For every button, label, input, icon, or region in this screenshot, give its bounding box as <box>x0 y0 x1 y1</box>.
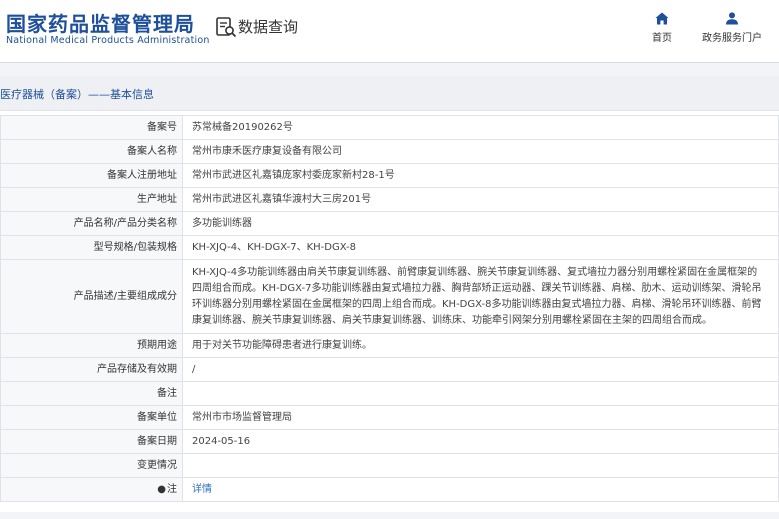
data-query-title: 数据查询 <box>238 18 299 36</box>
details-link[interactable]: 详情 <box>192 484 212 495</box>
section-title: 医疗器械（备案）——基本信息 <box>0 88 154 101</box>
table-row: 备注 <box>0 381 779 406</box>
nav-service-portal[interactable]: 政务服务门户 <box>700 12 764 44</box>
table-row: 预期用途 用于对关节功能障碍患者进行康复训练。 <box>0 333 779 358</box>
info-table: 备案号 苏常械备20190262号 备案人名称 常州市康禾医疗康复设备有限公司 … <box>0 115 779 502</box>
row-value: 用于对关节功能障碍患者进行康复训练。 <box>182 333 779 358</box>
row-label: 备案日期 <box>0 429 183 454</box>
row-value: KH-XJQ-4、KH-DGX-7、KH-DGX-8 <box>182 235 779 260</box>
table-row: 产品描述/主要组成成分 KH-XJQ-4多功能训练器由肩关节康复训练器、前臂康复… <box>0 259 779 334</box>
row-label: 变更情况 <box>0 453 183 478</box>
nav-home-label: 首页 <box>652 33 672 44</box>
row-label: 备注 <box>0 381 183 406</box>
row-label: 备案人注册地址 <box>0 163 183 188</box>
row-value: / <box>182 357 779 382</box>
table-row: 备案人注册地址 常州市武进区礼嘉镇庞家村委庞家新村28-1号 <box>0 163 779 188</box>
table-row: 备案号 苏常械备20190262号 <box>0 115 779 140</box>
nav-home[interactable]: 首页 <box>648 12 676 44</box>
row-label: 备案人名称 <box>0 139 183 164</box>
row-label: 生产地址 <box>0 187 183 212</box>
row-label: 预期用途 <box>0 333 183 358</box>
row-label: 备案单位 <box>0 405 183 430</box>
home-icon <box>655 12 669 25</box>
row-label: 型号规格/包装规格 <box>0 235 183 260</box>
row-label: 注 <box>167 483 177 495</box>
pin-icon: ● <box>157 483 166 495</box>
nav-service-label: 政务服务门户 <box>702 33 762 44</box>
row-value: KH-XJQ-4多功能训练器由肩关节康复训练器、前臂康复训练器、腕关节康复训练器… <box>182 259 779 334</box>
row-value: 2024-05-16 <box>182 429 779 454</box>
row-value: 常州市武进区礼嘉镇华渡村大三房201号 <box>182 187 779 212</box>
row-value: 苏常械备20190262号 <box>182 115 779 140</box>
table-row: 备案人名称 常州市康禾医疗康复设备有限公司 <box>0 139 779 164</box>
note-label-cell: ●注 <box>0 477 183 502</box>
table-row: 产品存储及有效期 / <box>0 357 779 382</box>
table-row: ●注 详情 <box>0 477 779 502</box>
row-value: 详情 <box>182 477 779 502</box>
data-query-icon <box>216 17 237 38</box>
table-row: 备案日期 2024-05-16 <box>0 429 779 454</box>
page-gap <box>0 63 779 76</box>
page-bottom-gap <box>0 512 779 519</box>
section-title-bar: 医疗器械（备案）——基本信息 <box>0 76 779 111</box>
table-row: 备案单位 常州市市场监督管理局 <box>0 405 779 430</box>
table-row: 产品名称/产品分类名称 多功能训练器 <box>0 211 779 236</box>
row-label: 产品描述/主要组成成分 <box>0 259 183 334</box>
row-value <box>182 453 779 478</box>
row-value: 常州市市场监督管理局 <box>182 405 779 430</box>
row-label: 产品名称/产品分类名称 <box>0 211 183 236</box>
table-row: 生产地址 常州市武进区礼嘉镇华渡村大三房201号 <box>0 187 779 212</box>
row-value: 多功能训练器 <box>182 211 779 236</box>
table-row: 变更情况 <box>0 453 779 478</box>
user-icon <box>726 12 738 25</box>
row-value: 常州市康禾医疗康复设备有限公司 <box>182 139 779 164</box>
header: 国家药品监督管理局 National Medical Products Admi… <box>0 0 779 62</box>
row-label: 产品存储及有效期 <box>0 357 183 382</box>
table-row: 型号规格/包装规格 KH-XJQ-4、KH-DGX-7、KH-DGX-8 <box>0 235 779 260</box>
logo-subtitle: National Medical Products Administration <box>6 35 210 46</box>
row-label: 备案号 <box>0 115 183 140</box>
row-value <box>182 381 779 406</box>
row-value: 常州市武进区礼嘉镇庞家村委庞家新村28-1号 <box>182 163 779 188</box>
logo-title[interactable]: 国家药品监督管理局 <box>6 8 195 37</box>
